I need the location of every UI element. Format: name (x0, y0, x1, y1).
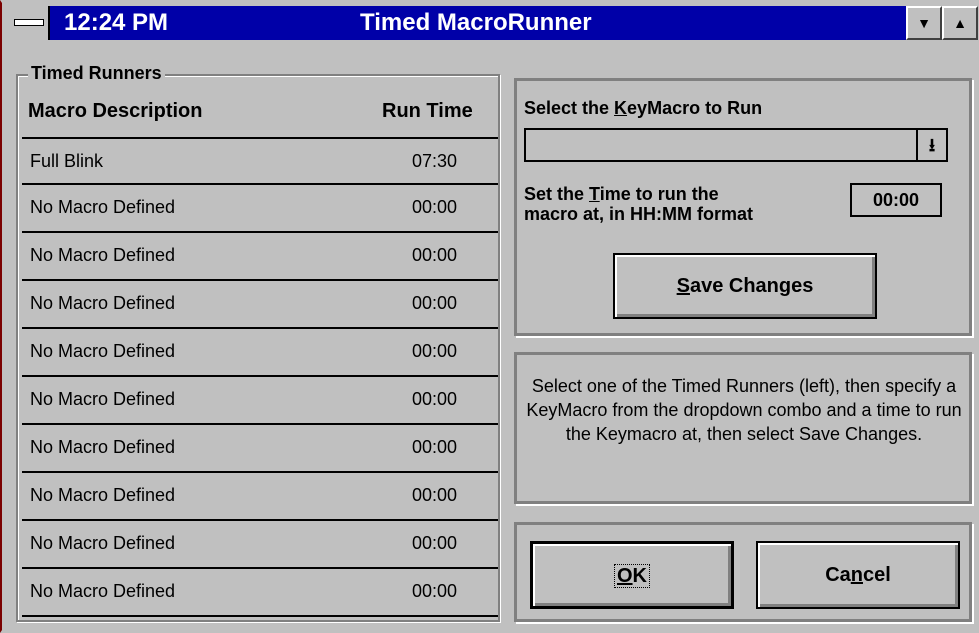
runner-time: 00:00 (412, 293, 458, 313)
select-macro-label: Select the KeyMacro to Run (524, 98, 762, 118)
select-macro-label-post: eyMacro to Run (627, 98, 763, 118)
save-changes-button[interactable]: Save Changes (613, 253, 877, 319)
runner-description: No Macro Defined (30, 293, 176, 313)
cancel-button[interactable]: Cancel (756, 541, 960, 609)
runner-time: 00:00 (412, 581, 458, 601)
cancel-label-post: cel (862, 564, 891, 586)
timed-runners-list: Full Blink 07:30 No Macro Defined 00:00 … (22, 137, 498, 617)
column-header-description: Macro Description (28, 100, 203, 122)
cancel-accel: n (850, 564, 863, 586)
keymacro-combo[interactable]: ⭳ (524, 128, 948, 162)
select-macro-label-accel: K (614, 98, 628, 118)
ok-focus: OK (613, 564, 650, 588)
maximize-icon: ▲ (953, 15, 967, 31)
ok-button[interactable]: OK (530, 541, 734, 609)
runner-description: No Macro Defined (30, 437, 176, 457)
runner-description: No Macro Defined (30, 245, 176, 265)
minimize-icon: ▼ (917, 15, 931, 31)
save-label: ave Changes (689, 275, 814, 297)
runner-time: 07:30 (412, 151, 458, 171)
runner-time: 00:00 (412, 485, 458, 505)
runner-row[interactable]: No Macro Defined 00:00 (22, 473, 498, 521)
runner-description: Full Blink (30, 151, 104, 171)
runner-row[interactable]: No Macro Defined 00:00 (22, 569, 498, 617)
help-text: Select one of the Timed Runners (left), … (526, 376, 962, 444)
runner-time: 00:00 (412, 389, 458, 409)
select-macro-label-pre: Select the (524, 98, 615, 118)
time-label-post: ime to run the (599, 184, 719, 204)
cancel-label-pre: Ca (825, 564, 851, 586)
runner-row[interactable]: No Macro Defined 00:00 (22, 521, 498, 569)
minimize-button[interactable]: ▼ (906, 6, 942, 40)
runner-time: 00:00 (412, 437, 458, 457)
runner-row[interactable]: No Macro Defined 00:00 (22, 281, 498, 329)
runner-time: 00:00 (412, 533, 458, 553)
runner-time: 00:00 (412, 245, 458, 265)
system-menu-icon (14, 19, 44, 26)
ok-label: K (632, 565, 647, 587)
down-arrow-icon[interactable]: ⭳ (916, 130, 946, 160)
runner-row[interactable]: No Macro Defined 00:00 (22, 425, 498, 473)
window-title: Timed MacroRunner (360, 9, 592, 36)
maximize-button[interactable]: ▲ (942, 6, 978, 40)
time-label: Set the Time to run the macro at, in HH:… (524, 184, 753, 224)
runner-row[interactable]: No Macro Defined 00:00 (22, 185, 498, 233)
column-header-run-time: Run Time (382, 100, 473, 122)
runner-description: No Macro Defined (30, 581, 176, 601)
runner-description: No Macro Defined (30, 197, 176, 217)
time-input[interactable]: 00:00 (850, 183, 942, 217)
runner-time: 00:00 (412, 341, 458, 361)
title-bar[interactable]: 12:24 PM Timed MacroRunner ▼ ▲ (8, 6, 978, 40)
time-label-accel: T (589, 184, 600, 204)
save-accel: S (676, 275, 690, 297)
runner-description: No Macro Defined (30, 485, 176, 505)
time-label-line2: macro at, in HH:MM format (524, 204, 754, 224)
runner-time: 00:00 (412, 197, 458, 217)
runner-row[interactable]: No Macro Defined 00:00 (22, 329, 498, 377)
runner-row[interactable]: No Macro Defined 00:00 (22, 233, 498, 281)
runner-description: No Macro Defined (30, 533, 176, 553)
ok-accel: O (616, 565, 633, 587)
clock-time: 12:24 PM (64, 9, 169, 36)
timed-runners-title: Timed Runners (28, 63, 165, 84)
runner-row[interactable]: No Macro Defined 00:00 (22, 377, 498, 425)
time-label-pre: Set the (524, 184, 590, 204)
system-menu-button[interactable] (8, 6, 50, 40)
runner-row[interactable]: Full Blink 07:30 (22, 137, 498, 185)
runner-description: No Macro Defined (30, 389, 176, 409)
runner-description: No Macro Defined (30, 341, 176, 361)
